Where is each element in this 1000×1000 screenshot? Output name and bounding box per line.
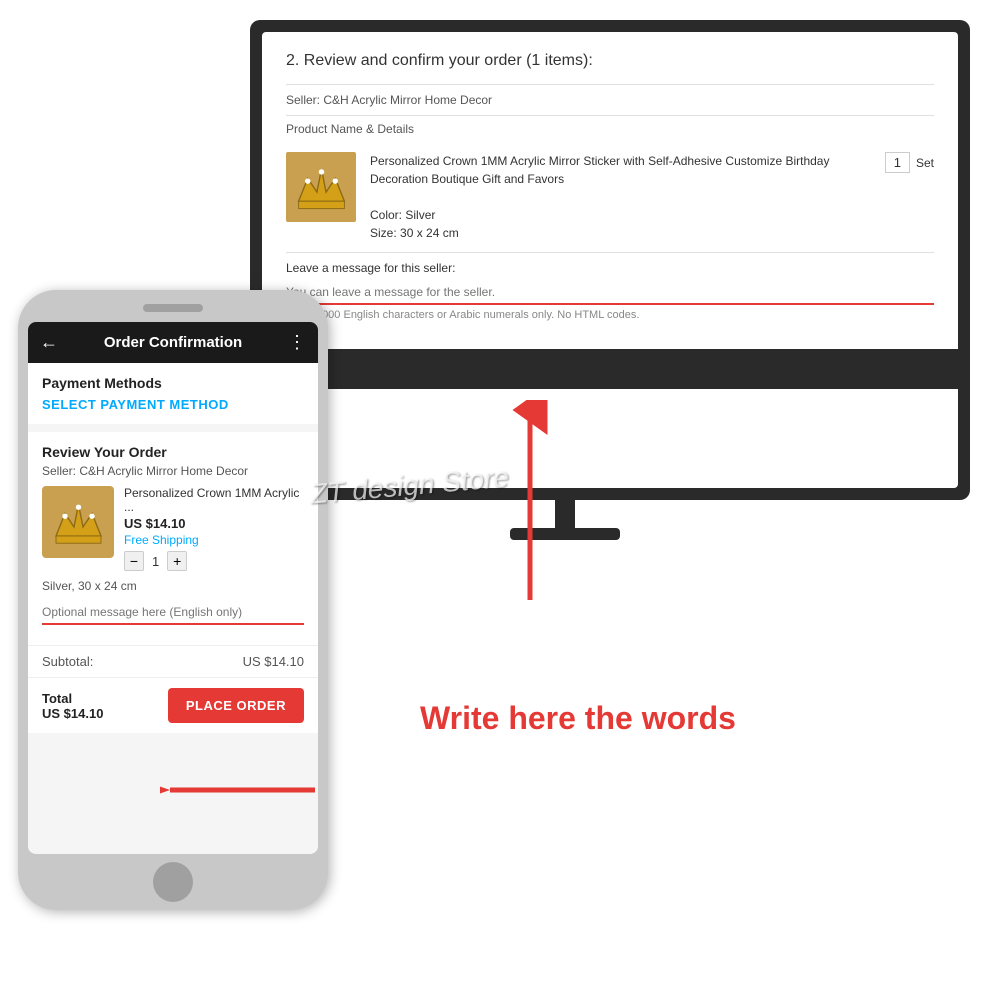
menu-dots-icon[interactable]: ⋮ <box>288 332 306 353</box>
monitor-message-section: Leave a message for this seller: Max. 1,… <box>286 253 934 329</box>
phone-free-shipping: Free Shipping <box>124 533 304 547</box>
crown-icon <box>294 160 349 215</box>
phone-total-left: Total US $14.10 <box>42 691 103 721</box>
phone-product-image <box>42 486 114 558</box>
monitor-message-hint: Max. 1,000 English characters or Arabic … <box>286 309 934 321</box>
subtotal-value: US $14.10 <box>243 654 304 669</box>
phone-total-bar: Total US $14.10 PLACE ORDER <box>28 677 318 733</box>
monitor-size-label: Size: <box>370 226 397 240</box>
phone-title: Order Confirmation <box>104 334 242 351</box>
monitor-screen: 2. Review and confirm your order (1 item… <box>262 32 958 488</box>
monitor-mockup: 2. Review and confirm your order (1 item… <box>250 20 970 500</box>
payment-methods-title: Payment Methods <box>42 375 304 391</box>
place-order-button[interactable]: PLACE ORDER <box>168 688 304 723</box>
review-order-section: Review Your Order Seller: C&H Acrylic Mi… <box>28 432 318 645</box>
review-order-title: Review Your Order <box>42 444 304 460</box>
monitor-color-value: Silver <box>405 208 435 222</box>
monitor-product-header: Product Name & Details <box>286 116 934 142</box>
monitor-content: 2. Review and confirm your order (1 item… <box>262 32 958 349</box>
phone-home-button[interactable] <box>153 862 193 902</box>
monitor-size-value: 30 x 24 cm <box>400 226 459 240</box>
select-payment-button[interactable]: SELECT PAYMENT METHOD <box>42 397 304 412</box>
phone-message-input[interactable] <box>42 601 304 623</box>
phone-product-price: US $14.10 <box>124 516 304 531</box>
total-price: US $14.10 <box>42 706 103 721</box>
write-here-annotation: Write here the words <box>420 700 736 737</box>
back-button[interactable]: ← <box>40 332 58 353</box>
monitor-product-row: Personalized Crown 1MM Acrylic Mirror St… <box>286 142 934 253</box>
payment-methods-section: Payment Methods SELECT PAYMENT METHOD <box>28 363 318 424</box>
phone-crown-icon <box>51 500 106 545</box>
phone-product-name: Personalized Crown 1MM Acrylic ... <box>124 486 304 514</box>
qty-increase-button[interactable]: + <box>167 551 187 571</box>
phone-product-info: Personalized Crown 1MM Acrylic ... US $1… <box>124 486 304 571</box>
phone-subtotal-row: Subtotal: US $14.10 <box>28 645 318 677</box>
phone-header: ← Order Confirmation ⋮ <box>28 322 318 363</box>
phone-qty-value: 1 <box>152 554 159 569</box>
phone-variant: Silver, 30 x 24 cm <box>42 579 304 593</box>
monitor-color-label: Color: <box>370 208 402 222</box>
monitor-product-qty: 1 Set <box>885 152 934 173</box>
monitor-product-image <box>286 152 356 222</box>
phone-speaker <box>143 304 203 312</box>
total-label: Total <box>42 691 103 706</box>
monitor-qty-value: 1 <box>885 152 910 173</box>
arrow-up-icon <box>490 400 570 600</box>
monitor-seller: Seller: C&H Acrylic Mirror Home Decor <box>286 84 934 116</box>
phone-product-row: Personalized Crown 1MM Acrylic ... US $1… <box>42 486 304 571</box>
monitor-qty-unit: Set <box>916 156 934 170</box>
monitor-dark-bar <box>262 349 958 389</box>
monitor-product-desc: Personalized Crown 1MM Acrylic Mirror St… <box>370 152 871 242</box>
qty-decrease-button[interactable]: − <box>124 551 144 571</box>
phone-seller-name: Seller: C&H Acrylic Mirror Home Decor <box>42 464 304 478</box>
monitor-message-input[interactable] <box>286 281 934 305</box>
monitor-message-label: Leave a message for this seller: <box>286 261 934 275</box>
monitor-order-title: 2. Review and confirm your order (1 item… <box>286 52 934 70</box>
subtotal-label: Subtotal: <box>42 654 93 669</box>
arrow-left-icon <box>160 760 320 820</box>
phone-qty-row: − 1 + <box>124 551 304 571</box>
phone-message-input-wrap <box>42 601 304 625</box>
